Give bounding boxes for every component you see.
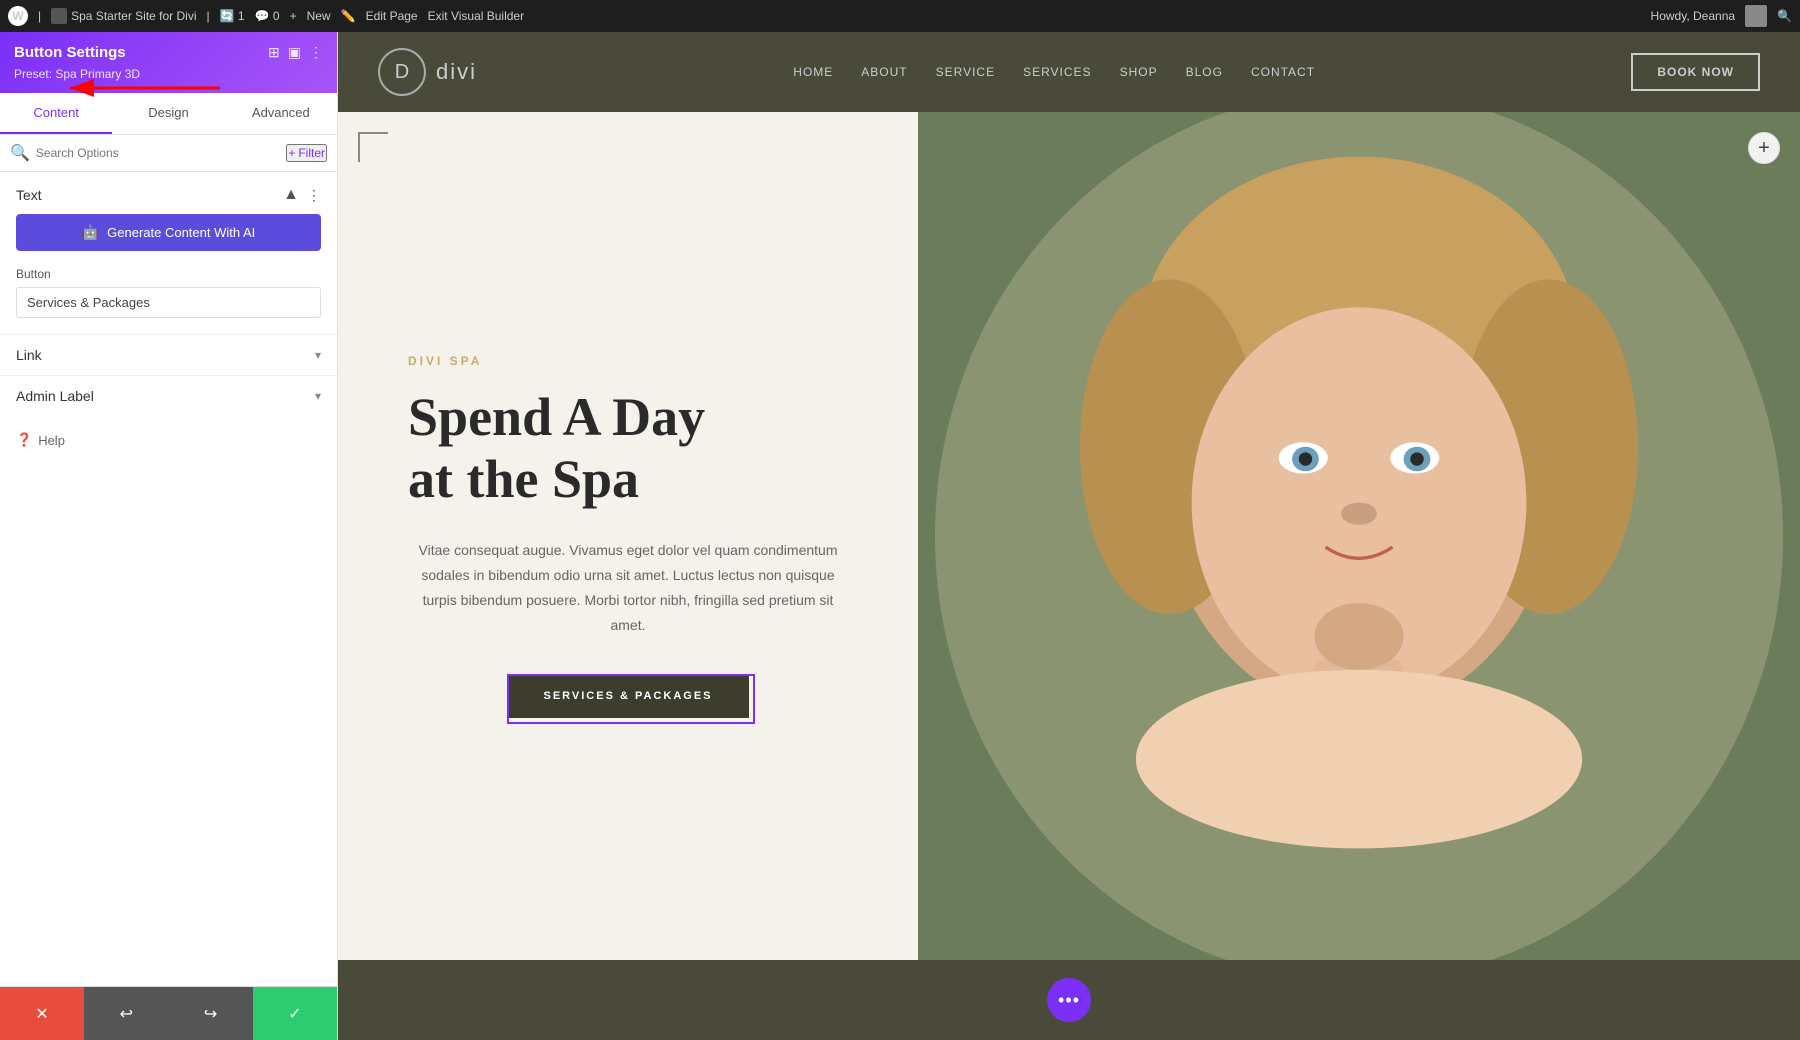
footer-section: ••• [338, 960, 1800, 1040]
book-now-button[interactable]: BOOK NOW [1631, 53, 1760, 91]
filter-button[interactable]: + Filter [286, 144, 327, 162]
site-nav: D divi HOME ABOUT SERVICE SERVICES SHOP … [338, 32, 1800, 112]
close-icon: ✕ [35, 1004, 48, 1024]
corner-mark [358, 132, 388, 162]
logo-name: divi [436, 59, 477, 85]
admin-label-chevron-icon: ▾ [315, 389, 321, 403]
panel-search: 🔍 + Filter [0, 135, 337, 172]
logo-letter: D [395, 61, 409, 84]
nav-links: HOME ABOUT SERVICE SERVICES SHOP BLOG CO… [793, 65, 1315, 79]
hero-portrait-svg [918, 112, 1800, 960]
help-icon: ❓ [16, 432, 32, 448]
three-dots-icon: ••• [1058, 990, 1080, 1011]
panel-layout-icon[interactable]: ▣ [288, 44, 301, 61]
site-name[interactable]: Spa Starter Site for Divi [71, 9, 196, 23]
tab-content[interactable]: Content [0, 93, 112, 134]
user-avatar [1745, 5, 1767, 27]
revisions-count[interactable]: 🔄 1 [220, 9, 245, 23]
help-row[interactable]: ❓ Help [0, 416, 337, 464]
ai-generate-button[interactable]: 🤖 Generate Content With AI [16, 214, 321, 251]
exit-builder-link[interactable]: Exit Visual Builder [428, 9, 525, 23]
button-field-label: Button [16, 267, 321, 281]
hero-cta-button[interactable]: SERVICES & PACKAGES [507, 674, 748, 718]
admin-label-section-row[interactable]: Admin Label ▾ [0, 375, 337, 416]
button-field-group: Button [0, 267, 337, 334]
hero-right: + [918, 112, 1800, 960]
three-dots-button[interactable]: ••• [1047, 978, 1091, 1022]
hero-image [918, 112, 1800, 960]
nav-service[interactable]: SERVICE [936, 65, 995, 79]
preset-row: Preset: Spa Primary 3D [14, 67, 323, 81]
link-section-row[interactable]: Link ▾ [0, 334, 337, 375]
site-logo: D divi [378, 48, 477, 96]
admin-bar: W | Spa Starter Site for Divi | 🔄 1 💬 0 … [0, 0, 1800, 32]
link-chevron-icon: ▾ [315, 348, 321, 362]
text-section-menu[interactable]: ⋮ [307, 187, 321, 204]
panel-title: Button Settings [14, 44, 126, 61]
filter-plus-icon: + [288, 146, 295, 160]
text-section-collapse[interactable]: ▲ [283, 186, 299, 204]
admin-label-section-label: Admin Label [16, 388, 94, 404]
panel-content: Text ▲ ⋮ 🤖 Generate Content With AI Butt… [0, 172, 337, 986]
main-layout: Button Settings ⊞ ▣ ⋮ Preset: Spa Primar… [0, 32, 1800, 1040]
search-icon: 🔍 [10, 143, 30, 163]
left-panel: Button Settings ⊞ ▣ ⋮ Preset: Spa Primar… [0, 32, 338, 1040]
wp-logo[interactable]: W [8, 6, 28, 26]
new-link[interactable]: New [307, 9, 331, 23]
hero-body: Vitae consequat augue. Vivamus eget dolo… [408, 538, 848, 639]
panel-responsive-icon[interactable]: ⊞ [268, 44, 280, 61]
panel-tabs: Content Design Advanced [0, 93, 337, 135]
admin-bar-left: W | Spa Starter Site for Divi | 🔄 1 💬 0 … [8, 6, 1639, 26]
logo-circle: D [378, 48, 426, 96]
nav-about[interactable]: ABOUT [861, 65, 907, 79]
admin-search-icon[interactable]: 🔍 [1777, 9, 1792, 23]
save-icon: ✓ [288, 1004, 301, 1024]
hero-left: DIVI SPA Spend A Dayat the Spa Vitae con… [338, 112, 918, 960]
help-label: Help [38, 433, 65, 448]
save-button[interactable]: ✓ [253, 987, 337, 1040]
preset-label[interactable]: Preset: Spa Primary 3D [14, 67, 140, 81]
search-input[interactable] [36, 146, 280, 160]
hero-cta-wrapper: SERVICES & PACKAGES [507, 674, 748, 718]
undo-icon: ↩ [120, 1004, 133, 1024]
close-button[interactable]: ✕ [0, 987, 84, 1040]
nav-contact[interactable]: CONTACT [1251, 65, 1315, 79]
link-section-label: Link [16, 347, 42, 363]
panel-header-icons: ⊞ ▣ ⋮ [268, 44, 323, 61]
text-section-actions: ▲ ⋮ [283, 186, 321, 204]
nav-blog[interactable]: BLOG [1186, 65, 1223, 79]
howdy-text: Howdy, Deanna [1651, 9, 1736, 23]
text-section-header: Text ▲ ⋮ [0, 172, 337, 214]
redo-button[interactable]: ↪ [169, 987, 253, 1040]
tab-design[interactable]: Design [112, 93, 224, 134]
undo-button[interactable]: ↩ [84, 987, 168, 1040]
nav-home[interactable]: HOME [793, 65, 833, 79]
add-content-button[interactable]: + [1748, 132, 1780, 164]
hero-section: DIVI SPA Spend A Dayat the Spa Vitae con… [338, 112, 1800, 960]
text-section-title: Text [16, 187, 42, 203]
nav-services[interactable]: SERVICES [1023, 65, 1091, 79]
tab-advanced[interactable]: Advanced [225, 93, 337, 134]
panel-more-icon[interactable]: ⋮ [309, 44, 323, 61]
edit-page-link[interactable]: Edit Page [366, 9, 418, 23]
ai-icon: 🤖 [82, 224, 99, 241]
website-preview: D divi HOME ABOUT SERVICE SERVICES SHOP … [338, 32, 1800, 1040]
admin-bar-right: Howdy, Deanna 🔍 [1651, 5, 1792, 27]
site-icon [51, 8, 67, 24]
button-text-input[interactable] [16, 287, 321, 318]
panel-header: Button Settings ⊞ ▣ ⋮ Preset: Spa Primar… [0, 32, 337, 93]
redo-icon: ↪ [204, 1004, 217, 1024]
admin-bar-site[interactable]: Spa Starter Site for Divi [51, 8, 196, 24]
hero-subtitle: DIVI SPA [408, 354, 848, 368]
panel-header-top: Button Settings ⊞ ▣ ⋮ [14, 44, 323, 61]
panel-bottom-toolbar: ✕ ↩ ↪ ✓ [0, 986, 337, 1040]
hero-title: Spend A Dayat the Spa [408, 386, 848, 510]
nav-shop[interactable]: SHOP [1120, 65, 1158, 79]
comments-count[interactable]: 💬 0 [255, 9, 280, 23]
